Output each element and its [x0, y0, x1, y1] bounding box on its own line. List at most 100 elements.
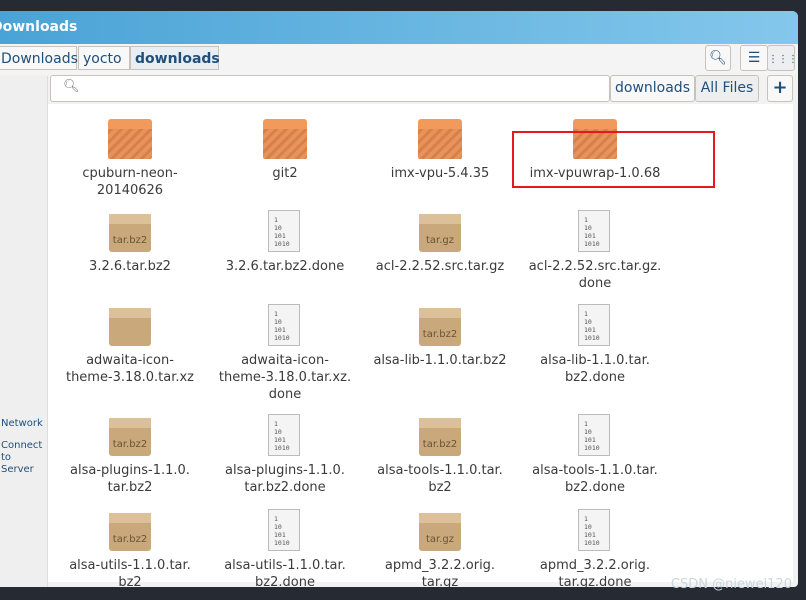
- text-icon-line: 1: [274, 515, 278, 523]
- file-name: acl-2.2.52.src.tar.gz.: [528, 259, 662, 274]
- text-icon-line: 101: [274, 531, 286, 539]
- text-icon-line: 101: [274, 232, 286, 240]
- file-item[interactable]: tar.bz2 3.2.6.tar.bz2: [55, 208, 205, 275]
- text-icon-line: 1: [274, 310, 278, 318]
- list-view-icon: ☰: [747, 50, 761, 66]
- text-icon-line: 1: [274, 216, 278, 224]
- text-icon-line: 10: [584, 224, 592, 232]
- archive-icon: tar.bz2: [417, 412, 463, 458]
- file-item[interactable]: 1 10 101 1010 3.2.6.tar.bz2.done: [210, 208, 360, 275]
- file-name: alsa-utils-1.1.0.tar.: [224, 558, 346, 573]
- file-item[interactable]: 1 10 101 1010 apmd_3.2.2.orig. tar.gz.done: [520, 507, 670, 587]
- path-item-yocto[interactable]: yocto: [78, 46, 130, 70]
- file-name: imx-vpu-5.4.35: [390, 166, 490, 181]
- file-name: done: [578, 276, 612, 291]
- text-icon-line: 1010: [584, 240, 600, 248]
- text-file-icon: 1 10 101 1010: [262, 412, 308, 458]
- location-filter-button[interactable]: downloads: [610, 75, 695, 102]
- path-item-downloads[interactable]: downloads: [130, 46, 220, 70]
- text-icon-line: 101: [584, 436, 596, 444]
- archive-badge: tar.gz: [425, 534, 455, 545]
- sidebar-item-network[interactable]: Network: [1, 418, 46, 430]
- file-item[interactable]: git2: [210, 115, 360, 182]
- file-name: 3.2.6.tar.bz2: [89, 259, 171, 274]
- file-name: alsa-tools-1.1.0.tar.: [532, 463, 658, 478]
- text-icon-line: 10: [584, 318, 592, 326]
- text-icon-line: 101: [274, 436, 286, 444]
- search-input[interactable]: 🔍︎: [50, 75, 610, 102]
- file-item[interactable]: tar.bz2 alsa-tools-1.1.0.tar. bz2: [365, 412, 515, 496]
- file-item[interactable]: 1 10 101 1010 alsa-lib-1.1.0.tar. bz2.done: [520, 302, 670, 386]
- file-item[interactable]: tar.bz2 alsa-utils-1.1.0.tar. bz2: [55, 507, 205, 587]
- file-chooser-window: Downloads Downloads yocto downloads 🔍︎ ☰…: [0, 11, 798, 587]
- file-name: 20140626: [96, 183, 164, 198]
- folder-icon: [417, 115, 463, 161]
- file-item[interactable]: 1 10 101 1010 acl-2.2.52.src.tar.gz. done: [520, 208, 670, 292]
- search-icon: 🔍︎: [63, 79, 80, 94]
- archive-icon: tar.bz2: [417, 302, 463, 348]
- file-item[interactable]: tar.gz apmd_3.2.2.orig. tar.gz: [365, 507, 515, 587]
- archive-icon: tar.gz: [417, 208, 463, 254]
- file-name: alsa-lib-1.1.0.tar.: [540, 353, 650, 368]
- all-files-filter-button[interactable]: All Files: [695, 75, 759, 102]
- text-file-icon: 1 10 101 1010: [572, 208, 618, 254]
- file-name: adwaita-icon-: [86, 353, 174, 368]
- grid-view-button[interactable]: ⋮⋮⋮: [767, 45, 798, 71]
- folder-icon: [107, 115, 153, 161]
- archive-icon: tar.gz: [417, 507, 463, 553]
- file-name: bz2: [428, 480, 452, 495]
- text-file-icon: 1 10 101 1010: [262, 208, 308, 254]
- file-item[interactable]: 1 10 101 1010 alsa-tools-1.1.0.tar. bz2.done: [520, 412, 670, 496]
- text-icon-line: 10: [274, 318, 282, 326]
- archive-icon: tar.bz2: [107, 507, 153, 553]
- file-item[interactable]: tar.gz acl-2.2.52.src.tar.gz: [365, 208, 515, 275]
- file-name: acl-2.2.52.src.tar.gz: [375, 259, 505, 274]
- file-name: apmd_3.2.2.orig.: [539, 558, 651, 573]
- file-name: alsa-tools-1.1.0.tar.: [377, 463, 503, 478]
- text-file-icon: 1 10 101 1010: [572, 412, 618, 458]
- file-name: cpuburn-neon-: [82, 166, 178, 181]
- text-icon-line: 1: [584, 515, 588, 523]
- file-name: alsa-plugins-1.1.0.: [70, 463, 190, 478]
- file-item[interactable]: 1 10 101 1010 alsa-plugins-1.1.0. tar.bz2.don…: [210, 412, 360, 496]
- sidebar: Network Connect to Server: [0, 76, 48, 587]
- text-file-icon: 1 10 101 1010: [262, 302, 308, 348]
- file-item[interactable]: cpuburn-neon- 20140626: [55, 115, 205, 199]
- file-name: theme-3.18.0.tar.xz: [65, 370, 195, 385]
- path-item-downloads-home[interactable]: Downloads: [0, 46, 78, 70]
- archive-badge: tar.bz2: [422, 329, 458, 340]
- file-name: tar.bz2: [107, 480, 153, 495]
- text-icon-line: 1: [274, 420, 278, 428]
- text-icon-line: 101: [584, 232, 596, 240]
- file-name: alsa-plugins-1.1.0.: [225, 463, 345, 478]
- archive-badge: tar.bz2: [112, 439, 148, 450]
- file-item[interactable]: tar.bz2 alsa-lib-1.1.0.tar.bz2: [365, 302, 515, 369]
- file-name: bz2.done: [565, 480, 625, 495]
- archive-badge: tar.bz2: [112, 235, 148, 246]
- text-icon-line: 1010: [584, 444, 600, 452]
- add-button[interactable]: +: [767, 75, 793, 102]
- file-item[interactable]: 1 10 101 1010 alsa-utils-1.1.0.tar. bz2.done: [210, 507, 360, 587]
- file-name: git2: [272, 166, 298, 181]
- file-item[interactable]: 1 10 101 1010 adwaita-icon-theme-3.18.0.tar.…: [210, 302, 360, 403]
- archive-badge: tar.bz2: [422, 439, 458, 450]
- file-name: tar.gz: [421, 575, 459, 587]
- search-button[interactable]: 🔍︎: [705, 45, 731, 71]
- text-icon-line: 101: [584, 531, 596, 539]
- text-icon-line: 1010: [274, 240, 290, 248]
- file-name: 3.2.6.tar.bz2.done: [225, 259, 345, 274]
- file-name: adwaita-icon-: [241, 353, 329, 368]
- file-item[interactable]: imx-vpu-5.4.35: [365, 115, 515, 182]
- text-icon-line: 1010: [584, 334, 600, 342]
- text-file-icon: 1 10 101 1010: [572, 507, 618, 553]
- archive-icon: [107, 302, 153, 348]
- file-name: bz2.done: [255, 575, 315, 587]
- file-name: bz2.done: [565, 370, 625, 385]
- file-item[interactable]: tar.bz2 alsa-plugins-1.1.0. tar.bz2: [55, 412, 205, 496]
- window-title: Downloads: [0, 19, 78, 35]
- list-view-button[interactable]: ☰: [740, 45, 768, 71]
- file-name: alsa-utils-1.1.0.tar.: [69, 558, 191, 573]
- file-item[interactable]: adwaita-icon-theme-3.18.0.tar.xz: [55, 302, 205, 386]
- archive-badge: tar.bz2: [112, 534, 148, 545]
- sidebar-item-connect-to-server[interactable]: Connect to Server: [1, 440, 46, 476]
